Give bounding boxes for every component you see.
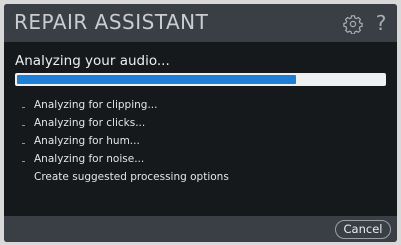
analysis-step: Analyzing for hum... [16,132,229,150]
help-button[interactable]: ? [373,11,389,35]
cancel-button[interactable]: Cancel [335,220,391,239]
repair-assistant-dialog: REPAIR ASSISTANT ? Analyzing your audio.… [4,4,397,242]
analysis-step-label: Analyzing for hum... [34,135,140,147]
step-marker-icon [22,107,25,108]
analysis-steps-list: Analyzing for clipping... Analyzing for c… [16,96,229,186]
progress-bar [15,73,386,86]
analysis-step: Analyzing for clicks... [16,114,229,132]
status-heading: Analyzing your audio... [15,53,170,69]
step-marker-icon [22,143,25,144]
footer-bar: Cancel [4,216,397,242]
step-marker-icon [22,125,25,126]
analysis-step-label: Create suggested processing options [34,171,229,183]
analysis-step: Analyzing for noise... [16,150,229,168]
analysis-step-label: Analyzing for clipping... [34,99,158,111]
progress-fill [17,75,296,84]
analysis-step: Analyzing for clipping... [16,96,229,114]
step-marker-icon [22,161,25,162]
analysis-step-label: Analyzing for noise... [34,153,145,165]
title-bar: REPAIR ASSISTANT ? [4,4,397,42]
analysis-step-label: Analyzing for clicks... [34,117,146,129]
analysis-step: Create suggested processing options [16,168,229,186]
dialog-title: REPAIR ASSISTANT [14,10,209,34]
gear-icon [343,15,363,35]
settings-button[interactable] [343,14,363,35]
